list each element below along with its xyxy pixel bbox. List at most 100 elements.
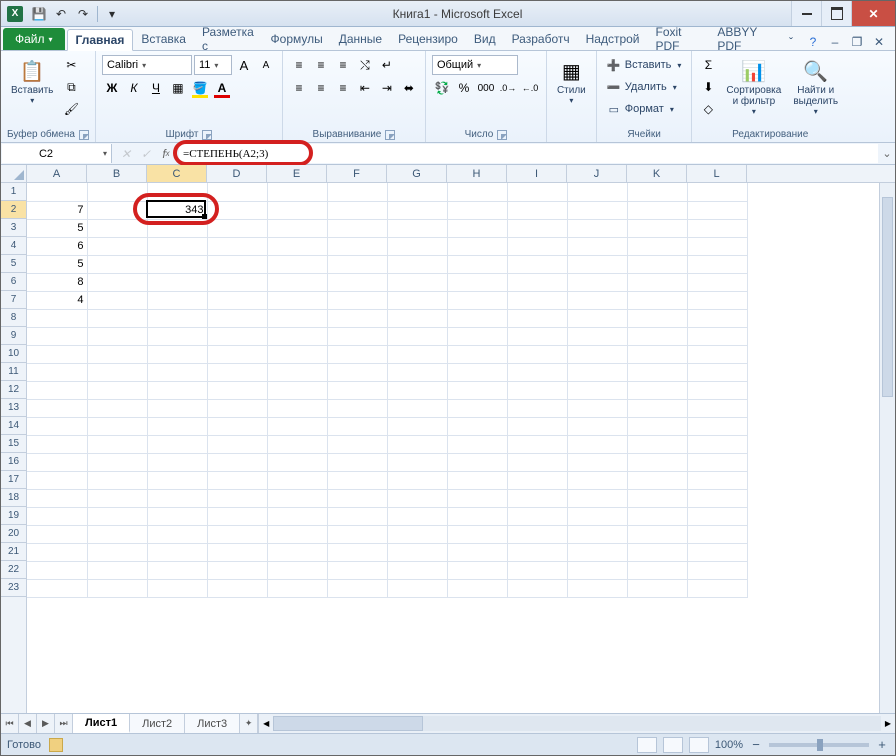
insert-cells-button[interactable]: ➕Вставить▾ [603,55,686,75]
cell-C19[interactable] [147,507,207,525]
cell-D22[interactable] [207,561,267,579]
cell-H6[interactable] [447,273,507,291]
align-right-icon[interactable]: ≡ [333,78,353,98]
grow-font-icon[interactable]: A [234,55,254,75]
sheet-nav-last[interactable]: ⏭ [55,714,73,733]
cell-J2[interactable] [567,201,627,219]
cell-D16[interactable] [207,453,267,471]
cells-area[interactable]: 734356584 [27,183,895,713]
cell-D21[interactable] [207,543,267,561]
cell-D9[interactable] [207,327,267,345]
cell-J1[interactable] [567,183,627,201]
column-header-F[interactable]: F [327,165,387,182]
cell-B6[interactable] [87,273,147,291]
tab-abbyy-pdf[interactable]: ABBYY PDF [709,28,783,50]
cell-A9[interactable] [27,327,87,345]
cell-F3[interactable] [327,219,387,237]
cell-C22[interactable] [147,561,207,579]
cell-L14[interactable] [687,417,747,435]
cell-C15[interactable] [147,435,207,453]
cell-K6[interactable] [627,273,687,291]
cell-A10[interactable] [27,345,87,363]
cell-L22[interactable] [687,561,747,579]
cell-B22[interactable] [87,561,147,579]
cell-E21[interactable] [267,543,327,561]
cell-G4[interactable] [387,237,447,255]
cell-D5[interactable] [207,255,267,273]
cell-J17[interactable] [567,471,627,489]
cell-L1[interactable] [687,183,747,201]
cell-J22[interactable] [567,561,627,579]
autosum-icon[interactable]: Σ [698,55,718,75]
increase-decimal-icon[interactable]: .0→ [498,78,518,98]
cell-L23[interactable] [687,579,747,597]
sheet-tab-1[interactable]: Лист1 [73,714,130,733]
accounting-format-icon[interactable]: 💱 [432,78,452,98]
cell-G10[interactable] [387,345,447,363]
cell-J14[interactable] [567,417,627,435]
row-header-9[interactable]: 9 [1,327,26,345]
minimize-ribbon-icon[interactable]: ˇ [783,34,799,50]
view-normal-button[interactable] [637,737,657,753]
cell-K21[interactable] [627,543,687,561]
cell-D13[interactable] [207,399,267,417]
orientation-icon[interactable]: ⤭ [355,55,375,75]
cell-F1[interactable] [327,183,387,201]
cell-I15[interactable] [507,435,567,453]
cell-J8[interactable] [567,309,627,327]
macro-record-icon[interactable] [49,738,63,752]
zoom-in-button[interactable]: + [875,737,889,752]
cell-K10[interactable] [627,345,687,363]
column-header-J[interactable]: J [567,165,627,182]
cell-I17[interactable] [507,471,567,489]
clear-icon[interactable]: ◇ [698,99,718,119]
cell-J7[interactable] [567,291,627,309]
percent-format-icon[interactable]: % [454,78,474,98]
qat-customize-icon[interactable]: ▾ [104,6,120,22]
cell-E7[interactable] [267,291,327,309]
cell-E16[interactable] [267,453,327,471]
cell-B16[interactable] [87,453,147,471]
font-color-button[interactable]: A [212,78,232,98]
cell-H5[interactable] [447,255,507,273]
cell-L19[interactable] [687,507,747,525]
cell-E5[interactable] [267,255,327,273]
cell-K19[interactable] [627,507,687,525]
delete-cells-button[interactable]: ➖Удалить▾ [603,77,686,97]
cell-B14[interactable] [87,417,147,435]
cell-I10[interactable] [507,345,567,363]
cell-J12[interactable] [567,381,627,399]
font-name-combo[interactable]: Calibri▾ [102,55,192,75]
cell-F16[interactable] [327,453,387,471]
cell-F20[interactable] [327,525,387,543]
cell-H23[interactable] [447,579,507,597]
cell-L17[interactable] [687,471,747,489]
cell-E23[interactable] [267,579,327,597]
cell-H14[interactable] [447,417,507,435]
cell-B13[interactable] [87,399,147,417]
tab-insert[interactable]: Вставка [133,28,194,50]
column-header-H[interactable]: H [447,165,507,182]
cell-D6[interactable] [207,273,267,291]
cell-B17[interactable] [87,471,147,489]
cell-B12[interactable] [87,381,147,399]
tab-foxit-pdf[interactable]: Foxit PDF [648,28,710,50]
cell-D23[interactable] [207,579,267,597]
row-header-16[interactable]: 16 [1,453,26,471]
cell-A6[interactable]: 8 [27,273,87,291]
wrap-text-icon[interactable]: ↵ [377,55,397,75]
cell-J21[interactable] [567,543,627,561]
redo-icon[interactable]: ↷ [75,6,91,22]
cell-L21[interactable] [687,543,747,561]
sheet-tab-2[interactable]: Лист2 [130,714,185,733]
tab-page-layout[interactable]: Разметка с [194,28,263,50]
tab-addins[interactable]: Надстрой [578,28,648,50]
zoom-out-button[interactable]: − [749,737,763,752]
new-sheet-button[interactable]: ✦ [240,714,258,733]
cell-F15[interactable] [327,435,387,453]
row-header-3[interactable]: 3 [1,219,26,237]
cell-F21[interactable] [327,543,387,561]
cell-F6[interactable] [327,273,387,291]
doc-close-icon[interactable]: ✕ [871,34,887,50]
cell-D19[interactable] [207,507,267,525]
